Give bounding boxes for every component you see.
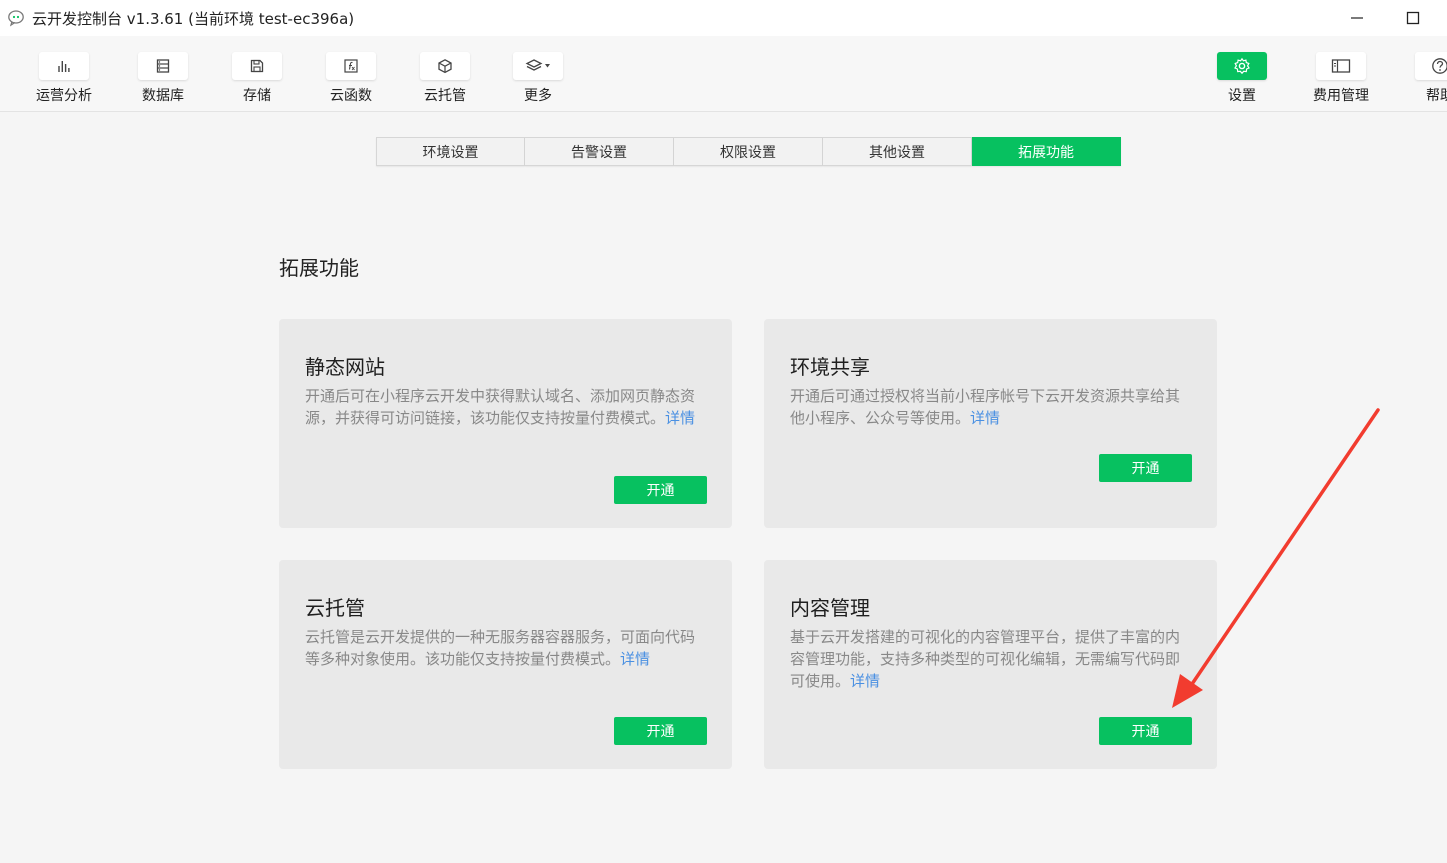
wechat-devtools-icon	[8, 10, 24, 27]
card-cloud-hosting: 云托管 云托管是云开发提供的一种无服务器容器服务，可面向代码等多种对象使用。该功…	[279, 560, 732, 769]
toolbar-icon-box	[138, 52, 188, 80]
card-description: 基于云开发搭建的可视化的内容管理平台，提供了丰富的内容管理功能，支持多种类型的可…	[790, 626, 1186, 692]
card-description: 开通后可在小程序云开发中获得默认域名、添加网页静态资源，并获得可访问链接，该功能…	[305, 385, 701, 429]
tab-other-settings[interactable]: 其他设置	[823, 137, 972, 166]
toolbar-more[interactable]: 更多	[498, 52, 578, 105]
toolbar-label: 费用管理	[1313, 88, 1369, 104]
section-title: 拓展功能	[279, 256, 359, 280]
details-link[interactable]: 详情	[620, 650, 650, 668]
toolbar-storage[interactable]: 存储	[217, 52, 297, 105]
toolbar-database[interactable]: 数据库	[123, 52, 203, 105]
bar-chart-icon	[58, 61, 70, 72]
card-static-website: 静态网站 开通后可在小程序云开发中获得默认域名、添加网页静态资源，并获得可访问链…	[279, 319, 732, 528]
details-link[interactable]: 详情	[665, 409, 695, 427]
toolbar-label: 更多	[524, 88, 552, 104]
toolbar-label: 设置	[1228, 88, 1256, 104]
function-icon	[344, 59, 358, 73]
settings-tab-bar: 环境设置 告警设置 权限设置 其他设置 拓展功能	[376, 137, 1121, 166]
card-title: 环境共享	[790, 355, 870, 379]
enable-button[interactable]: 开通	[1099, 454, 1192, 482]
details-link[interactable]: 详情	[970, 409, 1000, 427]
toolbar-icon-box	[39, 52, 89, 80]
toolbar-operations-analysis[interactable]: 运营分析	[24, 52, 104, 105]
toolbar-icon-box	[1217, 52, 1267, 80]
help-icon	[1432, 58, 1447, 74]
enable-button[interactable]: 开通	[614, 476, 707, 504]
card-title: 云托管	[305, 596, 365, 620]
enable-button[interactable]: 开通	[614, 717, 707, 745]
toolbar-icon-box	[513, 52, 563, 80]
toolbar-cloud-hosting[interactable]: 云托管	[405, 52, 485, 105]
title-bar: 云开发控制台 v1.3.61 (当前环境 test-ec396a)	[0, 0, 1447, 36]
database-icon	[156, 59, 170, 73]
toolbar-icon-box	[420, 52, 470, 80]
card-description-text: 开通后可在小程序云开发中获得默认域名、添加网页静态资源，并获得可访问链接，该功能…	[305, 387, 696, 427]
main-toolbar: 运营分析 数据库 存储 云函数 云托管 更多 设置 费用管理 帮	[0, 36, 1447, 112]
tab-extensions[interactable]: 拓展功能	[972, 137, 1121, 166]
details-link[interactable]: 详情	[850, 672, 880, 690]
card-content-management: 内容管理 基于云开发搭建的可视化的内容管理平台，提供了丰富的内容管理功能，支持多…	[764, 560, 1217, 769]
card-title: 内容管理	[790, 596, 870, 620]
toolbar-label: 云函数	[330, 88, 372, 104]
card-description-text: 基于云开发搭建的可视化的内容管理平台，提供了丰富的内容管理功能，支持多种类型的可…	[790, 628, 1181, 690]
toolbar-label: 云托管	[424, 88, 466, 104]
tab-permission-settings[interactable]: 权限设置	[674, 137, 823, 166]
toolbar-label: 帮助	[1426, 88, 1447, 104]
enable-button[interactable]: 开通	[1099, 717, 1192, 745]
tab-environment-settings[interactable]: 环境设置	[376, 137, 525, 166]
billing-icon	[1331, 59, 1351, 73]
toolbar-icon-box	[1316, 52, 1366, 80]
maximize-button[interactable]	[1390, 0, 1436, 36]
toolbar-label: 运营分析	[36, 88, 92, 104]
toolbar-settings[interactable]: 设置	[1202, 52, 1282, 105]
maximize-icon	[1406, 11, 1420, 25]
minimize-button[interactable]	[1334, 0, 1380, 36]
card-title: 静态网站	[305, 355, 385, 379]
cube-icon	[438, 59, 452, 74]
toolbar-icon-box	[326, 52, 376, 80]
toolbar-help[interactable]: 帮助	[1400, 52, 1447, 105]
toolbar-icon-box	[1415, 52, 1447, 80]
tab-alarm-settings[interactable]: 告警设置	[525, 137, 674, 166]
card-description: 云托管是云开发提供的一种无服务器容器服务，可面向代码等多种对象使用。该功能仅支持…	[305, 626, 701, 670]
toolbar-cloud-functions[interactable]: 云函数	[311, 52, 391, 105]
layers-icon	[525, 59, 550, 71]
toolbar-label: 数据库	[142, 88, 184, 104]
window-title: 云开发控制台 v1.3.61 (当前环境 test-ec396a)	[32, 10, 355, 28]
floppy-disk-icon	[250, 59, 264, 73]
toolbar-icon-box	[232, 52, 282, 80]
gear-icon	[1234, 57, 1250, 75]
card-environment-sharing: 环境共享 开通后可通过授权将当前小程序帐号下云开发资源共享给其他小程序、公众号等…	[764, 319, 1217, 528]
card-description: 开通后可通过授权将当前小程序帐号下云开发资源共享给其他小程序、公众号等使用。详情	[790, 385, 1186, 429]
toolbar-billing[interactable]: 费用管理	[1301, 52, 1381, 105]
minimize-icon	[1351, 17, 1363, 19]
toolbar-label: 存储	[243, 88, 271, 104]
